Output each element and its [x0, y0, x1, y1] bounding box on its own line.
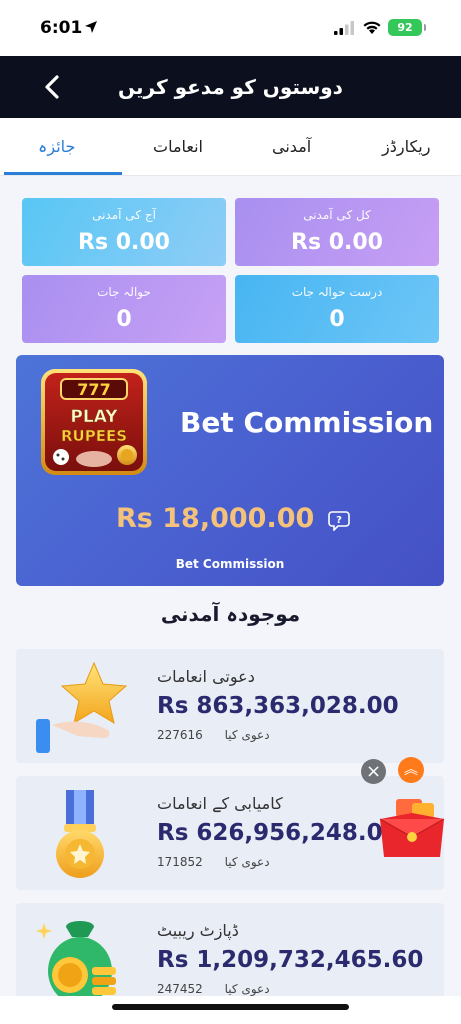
- home-indicator: [0, 996, 461, 1024]
- status-time: 6:01: [40, 18, 83, 38]
- tab-records[interactable]: ریکارڈز: [382, 137, 430, 156]
- referrals-label: حوالہ جات: [97, 285, 151, 299]
- wifi-icon: [363, 21, 381, 34]
- cellular-signal-icon: [334, 21, 354, 35]
- today-income-value: Rs 0.00: [78, 230, 170, 255]
- bet-commission-subtitle: Bet Commission: [175, 557, 285, 571]
- bet-commission-title: Bet Commission: [180, 406, 434, 439]
- income-count: 227616 دعوی کیا: [157, 728, 270, 742]
- income-amount: Rs 626,956,248.00: [157, 820, 399, 846]
- tab-income[interactable]: آمدنی: [272, 137, 311, 156]
- yesterday-income-value: Rs 0.00: [291, 230, 383, 255]
- valid-referrals-label: درست حوالہ جات: [291, 285, 383, 299]
- income-title: کامیابی کے انعامات: [157, 794, 283, 813]
- location-arrow-icon: [85, 21, 97, 33]
- money-bag-icon: [36, 921, 116, 1005]
- claim-count-label: دعوی کیا: [224, 982, 270, 996]
- yesterday-income-label: کل کی آمدنی: [303, 208, 371, 222]
- tab-rewards[interactable]: انعامات: [153, 137, 203, 156]
- battery-icon: 92: [388, 19, 426, 36]
- today-income-label: آج کی آمدنی: [92, 208, 156, 222]
- scroll-up-icon[interactable]: ︽: [398, 757, 424, 783]
- income-amount: Rs 1,209,732,465.60: [157, 947, 424, 973]
- claim-count-label: دعوی کیا: [224, 855, 270, 869]
- red-envelope-icon[interactable]: [376, 797, 448, 863]
- claim-count: 171852: [157, 855, 203, 869]
- income-count: 171852 دعوی کیا: [157, 855, 270, 869]
- claim-count: 227616: [157, 728, 203, 742]
- income-title: ڈپازٹ ریبیٹ: [157, 921, 239, 940]
- active-tab-indicator: [4, 172, 122, 175]
- app-header: دوستوں کو مدعو کریں: [0, 56, 461, 118]
- svg-text:?: ?: [336, 515, 342, 526]
- bet-commission-amount: Rs 18,000.00: [116, 503, 315, 534]
- referrals-card: حوالہ جات 0: [22, 275, 226, 343]
- claim-count-label: دعوی کیا: [224, 728, 270, 742]
- invite-rewards-card[interactable]: دعوتی انعامات Rs 863,363,028.00 227616 د…: [16, 649, 444, 763]
- claim-count: 247452: [157, 982, 203, 996]
- home-bar[interactable]: [112, 1004, 349, 1010]
- today-income-card: آج کی آمدنی Rs 0.00: [22, 198, 226, 266]
- svg-text:777: 777: [77, 380, 110, 399]
- bet-commission-panel: 777 PLAY RUPEES Bet Commission Rs 18,000…: [16, 355, 444, 586]
- svg-text:RUPEES: RUPEES: [61, 427, 127, 445]
- valid-referrals-value: 0: [329, 307, 345, 332]
- status-bar: 6:01 92: [0, 0, 461, 56]
- referrals-value: 0: [116, 307, 132, 332]
- valid-referrals-card: درست حوالہ جات 0: [235, 275, 439, 343]
- current-income-heading: موجودہ آمدنی: [160, 602, 301, 626]
- income-amount: Rs 863,363,028.00: [157, 693, 399, 719]
- svg-text:PLAY: PLAY: [70, 407, 118, 427]
- tab-overview[interactable]: جائزہ: [38, 137, 75, 156]
- tab-bar: ریکارڈز آمدنی انعامات جائزہ: [0, 118, 461, 176]
- income-title: دعوتی انعامات: [157, 667, 255, 686]
- medal-icon: [56, 790, 104, 878]
- income-count: 247452 دعوی کیا: [157, 982, 270, 996]
- help-bubble-icon[interactable]: ?: [328, 509, 350, 531]
- yesterday-income-card: کل کی آمدنی Rs 0.00: [235, 198, 439, 266]
- close-icon[interactable]: ×: [361, 759, 386, 784]
- hand-star-icon: [36, 661, 128, 753]
- page-title: دوستوں کو مدعو کریں: [118, 75, 343, 99]
- play-rupees-logo-icon: 777 PLAY RUPEES: [41, 369, 147, 475]
